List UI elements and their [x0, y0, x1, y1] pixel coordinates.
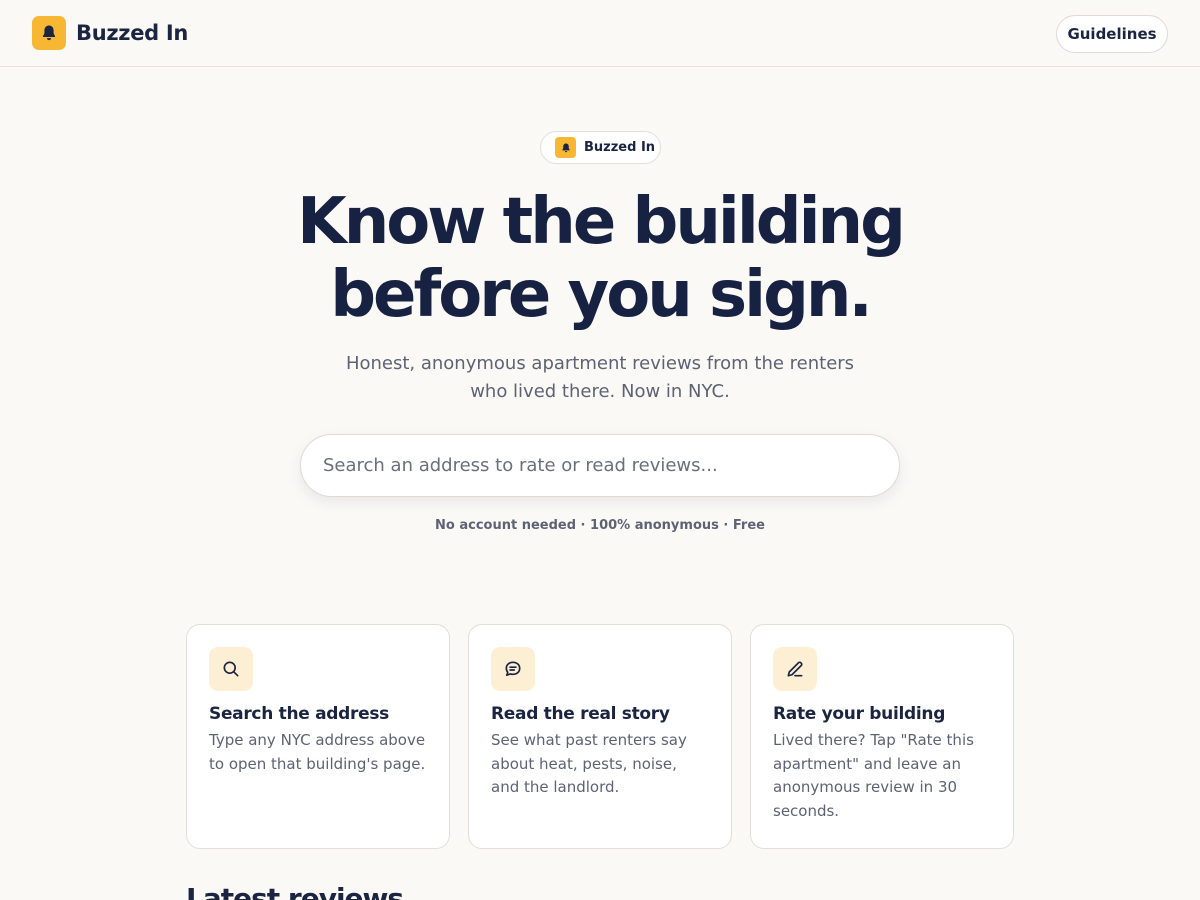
feature-card-rate: Rate your building Lived there? Tap "Rat…	[750, 624, 1014, 849]
badge-label: Buzzed In	[584, 140, 656, 155]
search-icon	[209, 647, 253, 691]
feature-text: See what past renters say about heat, pe…	[491, 731, 687, 796]
feature-card-read: Read the real story See what past renter…	[468, 624, 732, 849]
latest-reviews-heading: Latest reviews	[186, 882, 404, 900]
brand-name: Buzzed In	[76, 21, 189, 45]
feature-card-search: Search the address Type any NYC address …	[186, 624, 450, 849]
feature-title: Search the address	[209, 704, 389, 724]
feature-title: Read the real story	[491, 704, 670, 724]
hero-title-line-1: Know the building	[297, 185, 906, 259]
chat-icon	[491, 647, 535, 691]
feature-text: Type any NYC address above to open that …	[209, 731, 426, 773]
bell-icon	[32, 16, 66, 50]
hero-note: No account needed · 100% anonymous · Fre…	[435, 518, 765, 533]
guidelines-button[interactable]: Guidelines	[1056, 15, 1168, 53]
bell-icon	[555, 137, 576, 158]
hero-title: Know the building before you sign.	[200, 186, 1000, 332]
address-search-input[interactable]	[300, 434, 900, 497]
pencil-icon	[773, 647, 817, 691]
brand-badge: Buzzed In	[540, 131, 661, 164]
feature-title: Rate your building	[773, 704, 946, 724]
hero-title-line-2: before you sign.	[330, 258, 873, 332]
brand-link[interactable]: Buzzed In	[32, 16, 188, 50]
top-bar: Buzzed In Guidelines	[0, 0, 1200, 67]
feature-text: Lived there? Tap "Rate this apartment" a…	[773, 731, 974, 820]
hero-subtitle: Honest, anonymous apartment reviews from…	[345, 353, 855, 402]
